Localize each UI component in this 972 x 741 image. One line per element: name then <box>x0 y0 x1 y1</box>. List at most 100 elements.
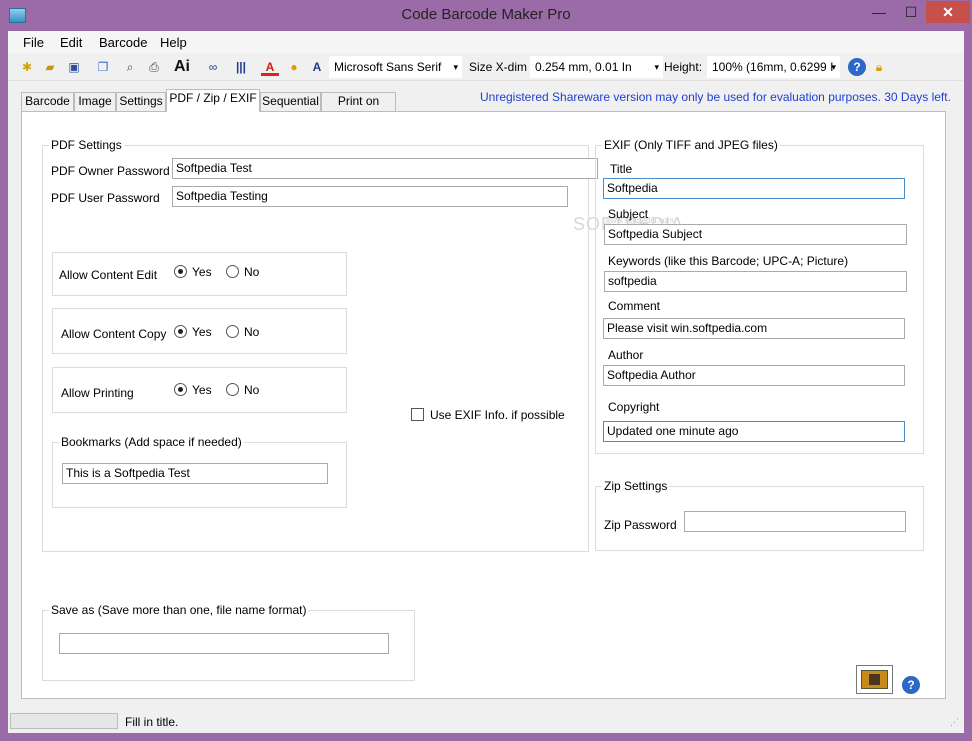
app-window: Code Barcode Maker Pro — ☐ ✕ File Edit B… <box>0 0 972 741</box>
menu-file[interactable]: File <box>23 35 44 50</box>
exif-comment-input[interactable]: Please visit win.softpedia.com <box>603 318 905 339</box>
exif-copyright-label: Copyright <box>608 400 660 414</box>
allow-printing-no-radio[interactable] <box>226 383 239 396</box>
barcode-icon[interactable]: ||| <box>232 58 250 76</box>
ai-icon[interactable]: Ai <box>173 58 191 76</box>
exif-keywords-label: Keywords (like this Barcode; UPC-A; Pict… <box>608 254 849 268</box>
exif-comment-label: Comment <box>608 299 661 313</box>
save-as-group: Save as (Save more than one, file name f… <box>42 603 415 681</box>
allow-printing-group: Allow Printing Yes No <box>52 367 347 413</box>
bookmarks-input[interactable]: This is a Softpedia Test <box>62 463 328 484</box>
size-select[interactable]: 0.254 mm, 0.01 In ▾ <box>530 56 663 78</box>
allow-content-copy-yes-radio[interactable] <box>174 325 187 338</box>
allow-content-edit-no-radio[interactable] <box>226 265 239 278</box>
pdf-user-password-label: PDF User Password <box>51 191 160 205</box>
close-button[interactable]: ✕ <box>926 1 970 23</box>
chevron-down-icon: ▾ <box>453 62 458 72</box>
toolbar: ✱ ▰ ▣ ❐ ⌕ ⎙ Ai ∞ ||| A ● A Microsoft San… <box>8 53 964 81</box>
chevron-down-icon: ▾ <box>654 62 659 72</box>
lock-icon[interactable]: 🔒︎ <box>870 58 888 76</box>
radio-yes-label: Yes <box>192 383 212 397</box>
new-file-icon[interactable]: ✱ <box>18 58 36 76</box>
allow-content-edit-label: Allow Content Edit <box>59 268 158 282</box>
copy-icon[interactable]: ❐ <box>94 58 112 76</box>
font-icon[interactable]: A <box>308 58 326 76</box>
exif-subject-input[interactable]: Softpedia Subject <box>604 224 907 245</box>
tab-sequential[interactable]: Sequential <box>260 92 321 111</box>
exif-label: EXIF (Only TIFF and JPEG files) <box>602 138 780 152</box>
make-movie-button[interactable] <box>856 665 893 694</box>
radio-yes-label: Yes <box>192 325 212 339</box>
radio-no-label: No <box>244 265 260 279</box>
maximize-button[interactable]: ☐ <box>896 1 926 23</box>
help-icon[interactable]: ? <box>902 676 920 694</box>
binoculars-icon[interactable]: ∞ <box>204 58 222 76</box>
use-exif-checkbox[interactable] <box>411 408 424 421</box>
size-select-value: 0.254 mm, 0.01 In <box>535 60 632 74</box>
use-exif-label: Use EXIF Info. if possible <box>430 408 565 422</box>
tab-page-pdf-zip-exif: SOFTPEDIA www.softpedia.com PDF Settings… <box>21 111 946 699</box>
tab-barcode[interactable]: Barcode <box>21 92 74 111</box>
tab-settings[interactable]: Settings <box>116 92 166 111</box>
menu-help[interactable]: Help <box>160 35 187 50</box>
pdf-user-password-input[interactable]: Softpedia Testing <box>172 186 568 207</box>
allow-content-edit-group: Allow Content Edit Yes No <box>52 252 347 296</box>
allow-printing-yes-radio[interactable] <box>174 383 187 396</box>
client-area: File Edit Barcode Help ✱ ▰ ▣ ❐ ⌕ ⎙ Ai ∞ … <box>8 31 964 733</box>
tab-image[interactable]: Image <box>74 92 116 111</box>
radio-no-label: No <box>244 325 260 339</box>
exif-keywords-input[interactable]: softpedia <box>604 271 907 292</box>
save-as-input[interactable] <box>59 633 389 654</box>
height-select-value: 100% (16mm, 0.6299 I <box>712 60 834 74</box>
film-icon <box>861 670 888 689</box>
progress-bar <box>10 713 118 729</box>
menu-edit[interactable]: Edit <box>60 35 82 50</box>
allow-content-copy-group: Allow Content Copy Yes No <box>52 308 347 354</box>
allow-content-edit-yes-radio[interactable] <box>174 265 187 278</box>
pdf-owner-password-input[interactable]: Softpedia Test <box>172 158 598 179</box>
zip-settings-group: Zip Settings Zip Password <box>595 479 924 551</box>
exif-author-label: Author <box>608 348 644 362</box>
shareware-notice: Unregistered Shareware version may only … <box>480 90 951 104</box>
zip-password-label: Zip Password <box>604 518 677 532</box>
font-color-icon[interactable]: A <box>261 58 279 76</box>
height-label: Height: <box>664 60 703 74</box>
height-select[interactable]: 100% (16mm, 0.6299 I ▾ <box>707 56 840 78</box>
pdf-settings-label: PDF Settings <box>49 138 124 152</box>
radio-no-label: No <box>244 383 260 397</box>
save-as-label: Save as (Save more than one, file name f… <box>49 603 309 617</box>
tab-pdf-zip-exif[interactable]: PDF / Zip / EXIF <box>166 89 260 112</box>
pdf-owner-password-label: PDF Owner Password <box>51 164 170 178</box>
font-select-value: Microsoft Sans Serif <box>334 60 442 74</box>
save-icon[interactable]: ▣ <box>65 58 83 76</box>
tab-print-on-label[interactable]: Print on Label <box>321 92 396 125</box>
menu-barcode[interactable]: Barcode <box>99 35 147 50</box>
print-preview-icon[interactable]: ⌕ <box>121 58 139 76</box>
zip-settings-label: Zip Settings <box>602 479 670 493</box>
status-bar: Fill in title. ⋰ <box>8 709 964 733</box>
radio-yes-label: Yes <box>192 265 212 279</box>
color-palette-icon[interactable]: ● <box>285 58 303 76</box>
status-text: Fill in title. <box>125 715 179 729</box>
allow-content-copy-no-radio[interactable] <box>226 325 239 338</box>
exif-subject-label: Subject <box>608 207 649 221</box>
resize-grip-icon[interactable]: ⋰ <box>950 717 959 728</box>
print-icon[interactable]: ⎙ <box>145 58 163 76</box>
bookmarks-group: Bookmarks (Add space if needed) This is … <box>52 435 347 508</box>
zip-password-input[interactable] <box>684 511 906 532</box>
exif-author-input[interactable]: Softpedia Author <box>603 365 905 386</box>
exif-copyright-input[interactable]: Updated one minute ago <box>603 421 905 442</box>
pdf-settings-group: PDF Settings PDF Owner Password Softpedi… <box>42 138 598 552</box>
menu-bar: File Edit Barcode Help <box>8 31 964 53</box>
allow-content-copy-label: Allow Content Copy <box>61 327 167 341</box>
exif-title-input[interactable]: Softpedia <box>603 178 905 199</box>
title-bar[interactable]: Code Barcode Maker Pro — ☐ ✕ <box>0 0 972 31</box>
exif-group: EXIF (Only TIFF and JPEG files) Title So… <box>595 138 924 454</box>
bookmarks-label: Bookmarks (Add space if needed) <box>59 435 244 449</box>
help-icon[interactable]: ? <box>848 58 866 76</box>
minimize-button[interactable]: — <box>862 1 896 23</box>
chevron-down-icon: ▾ <box>831 62 836 72</box>
font-select[interactable]: Microsoft Sans Serif ▾ <box>329 56 462 78</box>
allow-printing-label: Allow Printing <box>61 386 134 400</box>
open-folder-icon[interactable]: ▰ <box>41 58 59 76</box>
